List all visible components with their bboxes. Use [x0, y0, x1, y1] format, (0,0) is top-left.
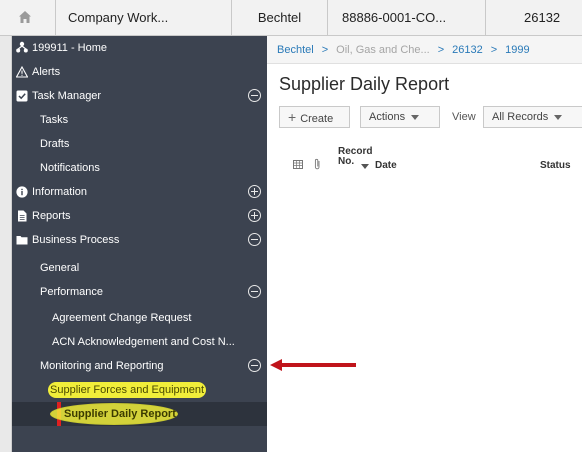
- sidebar-item-supplier-forces[interactable]: Supplier Forces and Equipment: [12, 378, 267, 402]
- collapse-icon[interactable]: [248, 233, 261, 246]
- project-number-selector[interactable]: 26132: [486, 0, 582, 36]
- sidebar-item-label: Agreement Change Request: [52, 312, 192, 324]
- annotation-arrow-icon: [270, 359, 356, 371]
- create-button[interactable]: + Create: [279, 106, 350, 128]
- document-icon: [18, 210, 27, 222]
- collapse-icon[interactable]: [248, 285, 261, 298]
- sidebar-item-label: Business Process: [32, 234, 120, 246]
- info-icon: [16, 186, 28, 198]
- sidebar-item-home[interactable]: 199911 - Home: [12, 36, 267, 60]
- caret-down-icon: [554, 114, 563, 120]
- sort-down-icon[interactable]: [361, 164, 369, 169]
- caret-down-icon: [411, 114, 420, 120]
- left-frame-edge: [0, 36, 12, 452]
- sidebar-item-performance[interactable]: Performance: [12, 280, 267, 304]
- view-label: View: [452, 111, 476, 123]
- context-bar: Company Work... Bechtel 88886-0001-CO...…: [0, 0, 582, 36]
- sidebar-item-task-manager[interactable]: Task Manager: [12, 84, 267, 108]
- sidebar-item-label: General: [40, 262, 80, 274]
- sidebar-item-label: Information: [32, 186, 88, 198]
- sidebar-item-label: Supplier Daily Report: [64, 408, 176, 420]
- sidebar-item-label: Performance: [40, 286, 103, 298]
- sidebar-item-label: 199911 - Home: [32, 42, 108, 54]
- column-header-status[interactable]: Status: [540, 160, 571, 171]
- sidebar-item-reports[interactable]: Reports: [12, 204, 267, 228]
- breadcrumb-item[interactable]: 1999: [505, 44, 529, 56]
- attachment-icon[interactable]: [314, 158, 321, 170]
- home-button[interactable]: [12, 0, 56, 36]
- table-icon[interactable]: [293, 160, 303, 169]
- sidebar-item-drafts[interactable]: Drafts: [12, 132, 267, 156]
- view-select[interactable]: All Records: [483, 106, 582, 128]
- company-selector[interactable]: Company Work...: [56, 0, 232, 36]
- chevron-right-icon: >: [490, 44, 498, 56]
- sidebar-item-business-process[interactable]: Business Process: [12, 228, 267, 252]
- view-select-value: All Records: [492, 111, 549, 123]
- grid-header: Record No. Date Status: [285, 140, 582, 174]
- sidebar-item-label: Tasks: [40, 114, 69, 126]
- page-title: Supplier Daily Report: [279, 74, 450, 94]
- sidebar-item-label: Reports: [32, 210, 71, 222]
- collapse-icon[interactable]: [248, 89, 261, 102]
- actions-button-label: Actions: [369, 111, 406, 123]
- sidebar-item-label: Notifications: [40, 162, 100, 174]
- sidebar-item-supplier-daily-report[interactable]: Supplier Daily Report: [12, 402, 267, 426]
- sidebar-item-monitoring-reporting[interactable]: Monitoring and Reporting: [12, 354, 267, 378]
- sidebar-item-notifications[interactable]: Notifications: [12, 156, 267, 180]
- sidebar-item-alerts[interactable]: Alerts: [12, 60, 267, 84]
- project-code-selector[interactable]: 88886-0001-CO...: [328, 0, 486, 36]
- home-icon: [19, 11, 31, 23]
- sidebar-item-label: Monitoring and Reporting: [40, 360, 164, 372]
- expand-icon[interactable]: [248, 185, 261, 198]
- sidebar-item-agreement-change-request[interactable]: Agreement Change Request: [12, 306, 267, 330]
- warning-icon: [16, 66, 28, 78]
- create-button-label: Create: [300, 113, 334, 125]
- actions-button[interactable]: Actions: [360, 106, 440, 128]
- owner-selector[interactable]: Bechtel: [232, 0, 328, 36]
- sidebar-item-label: Alerts: [32, 66, 61, 78]
- sidebar-item-label: Drafts: [40, 138, 70, 150]
- chevron-right-icon: >: [321, 44, 329, 56]
- breadcrumb-item[interactable]: Bechtel: [277, 44, 314, 56]
- checkbox-icon: [16, 90, 28, 102]
- sidebar-item-acn-acknowledgement[interactable]: ACN Acknowledgement and Cost N...: [12, 330, 267, 354]
- breadcrumb: Bechtel > Oil, Gas and Che... >26132 >1999: [267, 36, 582, 64]
- folder-icon: [16, 236, 28, 245]
- sidebar-item-information[interactable]: Information: [12, 180, 267, 204]
- org-chart-icon: [16, 41, 28, 53]
- breadcrumb-item[interactable]: Oil, Gas and Che...: [336, 44, 430, 56]
- chevron-right-icon: >: [437, 44, 445, 56]
- column-header-date[interactable]: Date: [375, 160, 397, 171]
- breadcrumb-item[interactable]: 26132: [452, 44, 483, 56]
- sidebar-item-tasks[interactable]: Tasks: [12, 108, 267, 132]
- sidebar-item-label: Supplier Forces and Equipment: [48, 382, 207, 398]
- expand-icon[interactable]: [248, 209, 261, 222]
- plus-icon: +: [288, 109, 297, 125]
- sidebar-item-general[interactable]: General: [12, 256, 267, 280]
- sidebar-item-label: Task Manager: [32, 90, 102, 102]
- collapse-icon[interactable]: [248, 359, 261, 372]
- sidebar-nav: 199911 - Home Alerts Task Manager Tasks …: [12, 36, 267, 452]
- sidebar-item-label: ACN Acknowledgement and Cost N...: [52, 336, 235, 348]
